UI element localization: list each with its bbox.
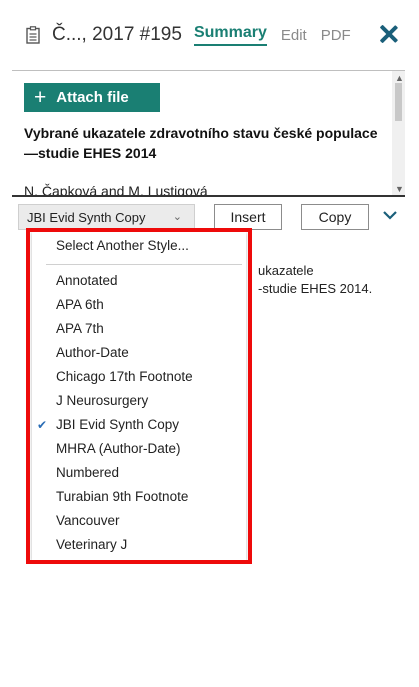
style-item-turabian-9th-footnote[interactable]: Turabian 9th Footnote [32, 485, 246, 509]
scroll-down-icon[interactable]: ▼ [395, 184, 404, 194]
insert-button[interactable]: Insert [214, 204, 282, 230]
citation-preview: ukazatele -studie EHES 2014. [258, 262, 372, 298]
style-item-apa-7th[interactable]: APA 7th [32, 317, 246, 341]
attach-file-label: Attach file [56, 89, 129, 106]
style-item-author-date[interactable]: Author-Date [32, 341, 246, 365]
style-item-vancouver[interactable]: Vancouver [32, 509, 246, 533]
style-item-veterinary-j[interactable]: Veterinary J [32, 533, 246, 557]
expand-chevron-icon[interactable] [383, 207, 397, 221]
scroll-up-icon[interactable]: ▲ [395, 73, 404, 83]
style-select[interactable]: JBI Evid Synth Copy ⌄ [18, 204, 195, 230]
tab-summary[interactable]: Summary [193, 24, 267, 46]
tab-edit[interactable]: Edit [281, 27, 307, 44]
style-item-chicago-17th-footnote[interactable]: Chicago 17th Footnote [32, 365, 246, 389]
style-dropdown-menu: Select Another Style... Annotated APA 6t… [32, 232, 246, 560]
vertical-scrollbar[interactable]: ▲ ▼ [392, 71, 405, 196]
article-title: Vybrané ukazatele zdravotního stavu česk… [24, 125, 378, 161]
tab-pdf[interactable]: PDF [321, 27, 351, 44]
checkmark-icon: ✔ [37, 418, 48, 432]
citation-line: ukazatele [258, 263, 314, 278]
plus-icon: + [34, 86, 47, 109]
style-item-mhra-author-date[interactable]: MHRA (Author-Date) [32, 437, 246, 461]
style-item-jbi-evid-synth-copy[interactable]: ✔ JBI Evid Synth Copy [32, 413, 246, 437]
summary-pane: + Attach file Vybrané ukazatele zdravotn… [12, 70, 405, 196]
attach-file-button[interactable]: + Attach file [24, 83, 160, 112]
pane-divider[interactable] [12, 195, 405, 197]
chevron-down-icon: ⌄ [172, 211, 182, 223]
reference-header: Č..., 2017 #195 Summary Edit PDF [0, 0, 419, 70]
style-item-annotated[interactable]: Annotated [32, 269, 246, 293]
reference-title: Č..., 2017 #195 [52, 24, 182, 45]
copy-button[interactable]: Copy [301, 204, 369, 230]
menu-separator [46, 264, 242, 265]
scrollbar-thumb[interactable] [395, 83, 402, 121]
style-item-j-neurosurgery[interactable]: J Neurosurgery [32, 389, 246, 413]
select-another-style-item[interactable]: Select Another Style... [56, 238, 189, 253]
style-select-value: JBI Evid Synth Copy [27, 209, 146, 225]
close-icon[interactable] [377, 22, 401, 46]
citation-line: -studie EHES 2014. [258, 281, 373, 296]
style-item-numbered[interactable]: Numbered [32, 461, 246, 485]
style-item-apa-6th[interactable]: APA 6th [32, 293, 246, 317]
document-icon [26, 25, 42, 45]
style-list: Annotated APA 6th APA 7th Author-Date Ch… [32, 269, 246, 557]
